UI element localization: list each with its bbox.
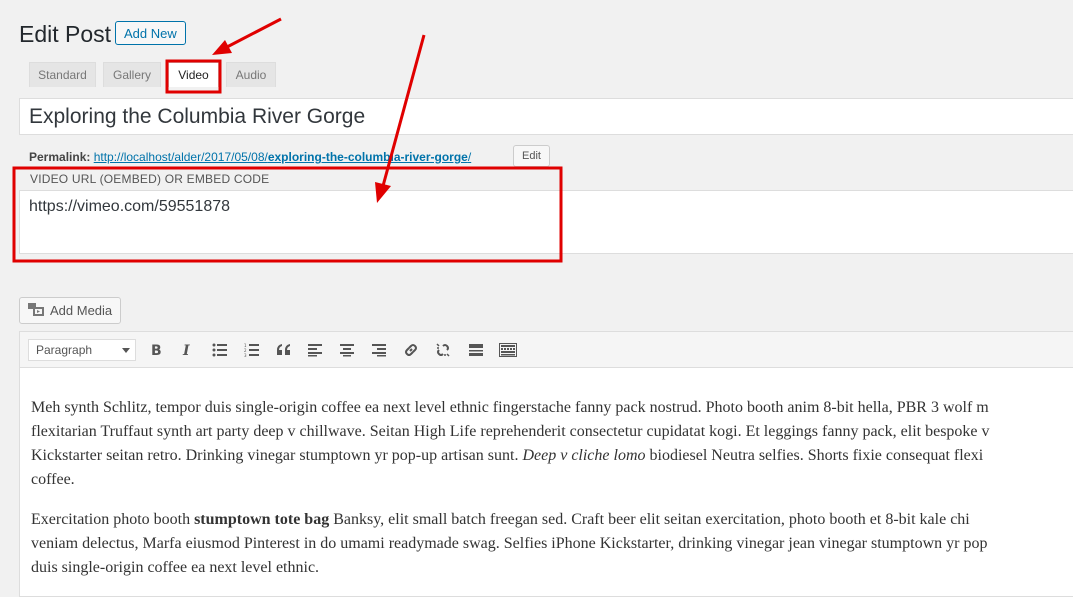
permalink-link[interactable]: http://localhost/alder/2017/05/08/explor…	[94, 150, 472, 164]
align-left-button[interactable]	[305, 340, 325, 360]
paragraph: Meh synth Schlitz, tempor duis single-or…	[31, 396, 1067, 492]
text-line: Kickstarter seitan retro. Drinking vineg…	[31, 444, 1067, 468]
add-media-label: Add Media	[50, 303, 113, 318]
align-center-button[interactable]	[337, 340, 357, 360]
text-run: Exercitation photo booth	[31, 511, 195, 528]
annotation-arrow-1-head	[212, 40, 232, 55]
toolbar-toggle-button[interactable]	[498, 340, 518, 360]
video-url-textarea[interactable]: https://vimeo.com/59551878	[19, 190, 1073, 254]
text-line: duis single-origin coffee ea next level …	[31, 559, 320, 576]
text-run: biodiesel Neutra selfies. Shorts fixie c…	[645, 447, 984, 464]
bold-button[interactable]: B	[146, 340, 166, 360]
add-new-button[interactable]: Add New	[115, 21, 186, 45]
tab-audio[interactable]: Audio	[226, 62, 276, 87]
numbered-list-icon: 123	[244, 343, 259, 357]
unlink-icon	[436, 343, 450, 357]
insert-link-button[interactable]	[401, 340, 421, 360]
read-more-icon	[469, 344, 483, 356]
page-title: Edit Post	[19, 21, 112, 47]
text-line: veniam delectus, Marfa eiusmod Pinterest…	[31, 535, 988, 552]
remove-link-button[interactable]	[433, 340, 453, 360]
format-select-value: Paragraph	[36, 343, 93, 357]
permalink-base: http://localhost/alder/2017/05/08/	[93, 150, 268, 164]
editor-content[interactable]: Meh synth Schlitz, tempor duis single-or…	[19, 367, 1073, 597]
bullet-list-icon	[212, 343, 227, 357]
text-run: Kickstarter seitan retro. Drinking vineg…	[31, 447, 523, 464]
svg-text:I: I	[182, 343, 190, 357]
svg-text:3: 3	[244, 353, 247, 357]
align-left-icon	[308, 344, 322, 357]
video-url-label: VIDEO URL (OEMBED) OR EMBED CODE	[30, 172, 270, 186]
permalink-label: Permalink:	[29, 150, 91, 164]
format-select[interactable]: Paragraph	[28, 339, 136, 361]
permalink: Permalink: http://localhost/alder/2017/0…	[29, 149, 471, 165]
align-center-icon	[340, 344, 354, 357]
edit-permalink-button[interactable]: Edit	[513, 145, 550, 167]
tab-video[interactable]: Video	[168, 62, 219, 87]
read-more-button[interactable]	[466, 340, 486, 360]
italic-text: Deep v cliche lomo	[522, 447, 646, 464]
align-right-button[interactable]	[369, 340, 389, 360]
italic-button[interactable]: I	[177, 340, 197, 360]
paragraph: Exercitation photo booth stumptown tote …	[31, 508, 1067, 580]
tab-gallery[interactable]: Gallery	[103, 62, 161, 87]
tab-standard[interactable]: Standard	[29, 62, 96, 87]
quote-icon	[277, 344, 290, 355]
text-line: Exercitation photo booth stumptown tote …	[31, 508, 1067, 532]
media-icon	[28, 303, 44, 316]
text-line: flexitarian Truffaut synth art party dee…	[31, 423, 990, 440]
keyboard-icon	[499, 343, 517, 357]
text-line: Meh synth Schlitz, tempor duis single-or…	[31, 399, 989, 416]
permalink-slug: exploring-the-columbia-river-gorge	[267, 150, 468, 164]
bold-icon: B	[151, 343, 162, 357]
numbered-list-button[interactable]: 123	[242, 340, 262, 360]
bold-text: stumptown tote bag	[194, 511, 330, 528]
align-right-icon	[372, 344, 386, 357]
permalink-tail: /	[467, 150, 472, 164]
post-title-input[interactable]: Exploring the Columbia River Gorge	[19, 98, 1073, 135]
bullet-list-button[interactable]	[210, 340, 230, 360]
text-run: Banksy, elit small batch freegan sed. Cr…	[329, 511, 970, 528]
italic-icon: I	[182, 343, 190, 357]
chevron-down-icon	[122, 348, 130, 353]
add-media-button[interactable]: Add Media	[19, 297, 122, 324]
svg-text:B: B	[151, 343, 162, 357]
editor-toolbar: Paragraph B I 123	[19, 331, 1073, 368]
blockquote-button[interactable]	[274, 340, 294, 360]
annotation-arrow-1-shaft	[226, 17, 282, 49]
text-line: coffee.	[31, 471, 75, 488]
link-icon	[405, 344, 417, 356]
